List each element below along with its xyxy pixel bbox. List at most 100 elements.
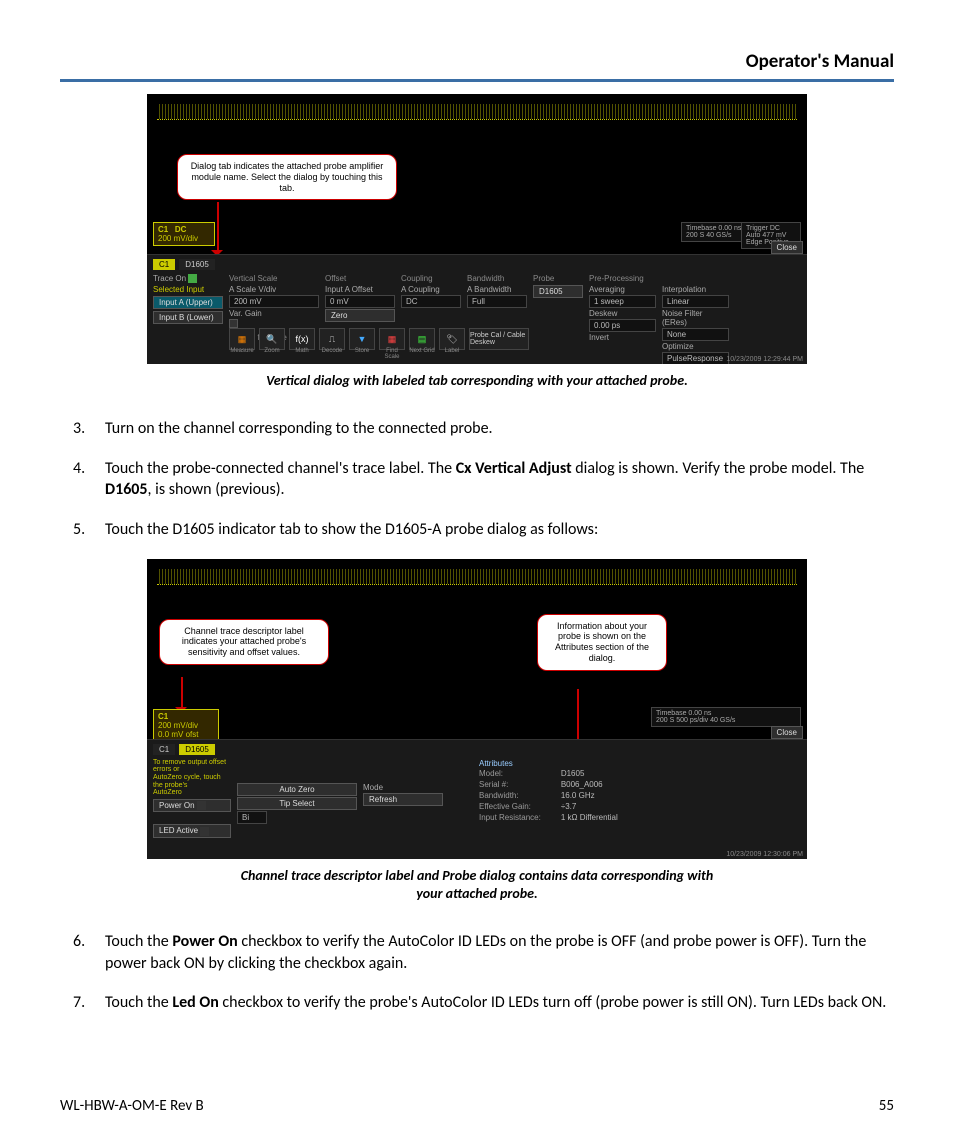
selected-input-label: Selected Input	[153, 285, 223, 294]
vargain-label: Var. Gain	[229, 309, 319, 318]
noisefilter-value[interactable]: None	[662, 328, 729, 341]
channel-sensitivity: 200 mV/div	[158, 234, 210, 243]
deskew-label: Deskew	[589, 309, 656, 318]
attr-serial-k: Serial #:	[479, 780, 541, 789]
vertical-dialog-panel: Close C1 D1605 Trace On Selected Input I…	[147, 254, 807, 364]
step-text-a: Touch the probe-connected channel's trac…	[105, 459, 456, 478]
zero-controls: Auto Zero Tip Select Bi	[237, 783, 357, 824]
group-title: Vertical Scale	[229, 274, 319, 283]
attr-res-k: Input Resistance:	[479, 813, 541, 822]
avg-value[interactable]: 1 sweep	[589, 295, 656, 308]
attr-model-k: Model:	[479, 769, 541, 778]
tipselect-button[interactable]: Tip Select	[237, 797, 357, 810]
led-active-checkbox[interactable]: LED Active	[153, 824, 231, 837]
footer-doc-id: WL-HBW-A-OM-E Rev B	[60, 1097, 204, 1115]
channel-descriptor[interactable]: C1 DC 200 mV/div	[153, 222, 215, 246]
trigger-l1: Trigger DC	[746, 225, 796, 232]
figure-1-caption: Vertical dialog with labeled tab corresp…	[266, 372, 688, 390]
vargain-checkbox[interactable]	[229, 319, 238, 328]
group-title: Probe	[533, 274, 583, 283]
channel-descriptor[interactable]: C1 200 mV/div 0.0 mV ofst	[153, 709, 219, 742]
probecal-button[interactable]: Probe Cal / Cable Deskew	[469, 328, 529, 350]
bw-value[interactable]: Full	[467, 295, 527, 308]
figure-2-wrap: Channel trace descriptor label indicates…	[60, 559, 894, 921]
input-b-button[interactable]: Input B (Lower)	[153, 311, 223, 324]
probe-dialog-panel: Close C1 D1605 To remove output offset e…	[147, 739, 807, 859]
deskew-value[interactable]: 0.00 ps	[589, 319, 656, 332]
page-footer: WL-HBW-A-OM-E Rev B 55	[60, 1097, 894, 1115]
figure-1-wrap: Dialog tab indicates the attached probe …	[60, 94, 894, 408]
step-text: Touch the D1605 indicator tab to show th…	[105, 520, 598, 539]
refresh-button[interactable]: Refresh	[363, 793, 443, 806]
measure-button[interactable]: ▦	[229, 328, 255, 350]
tb-l1: Timebase 0.00 ns	[656, 710, 796, 717]
dialog-tabs: C1 D1605	[153, 744, 801, 755]
trace-on-label: Trace On	[153, 274, 223, 283]
step-number: 6.	[73, 931, 85, 953]
step-text-c: checkbox to verify the probe's AutoColor…	[219, 993, 887, 1012]
scale-value[interactable]: 200 mV	[229, 295, 319, 308]
step-bold: Power On	[172, 932, 237, 951]
attr-gain-v: ÷3.7	[561, 802, 618, 811]
tab-c1[interactable]: C1	[153, 259, 175, 270]
group-title: Bandwidth	[467, 274, 527, 283]
optimize-value[interactable]: PulseResponse	[662, 352, 729, 364]
attr-res-v: 1 kΩ Differential	[561, 813, 618, 822]
store-button[interactable]: ▼	[349, 328, 375, 350]
step-text-a: Touch the	[105, 993, 172, 1012]
bw-label: A Bandwidth	[467, 285, 527, 294]
callout-descriptor: Channel trace descriptor label indicates…	[159, 619, 329, 665]
tab-d1605[interactable]: D1605	[179, 744, 215, 755]
offset-value[interactable]: 0 mV	[325, 295, 395, 308]
side-column: Trace On Selected Input Input A (Upper) …	[153, 274, 223, 324]
close-button[interactable]: Close	[771, 726, 803, 739]
decode-button[interactable]: ⎍	[319, 328, 345, 350]
optimize-label: Optimize	[662, 342, 729, 351]
mode-controls: Mode Refresh	[363, 783, 443, 806]
math-button[interactable]: f(x)	[289, 328, 315, 350]
offset-group: Offset Input A Offset 0 mV Zero	[325, 274, 395, 322]
decode-label: Decode	[319, 348, 345, 360]
zero-button[interactable]: Zero	[325, 309, 395, 322]
waveform-trace	[157, 104, 797, 120]
page-header-title: Operator's Manual	[60, 50, 894, 73]
step-text-c: dialog is shown. Verify the probe model.…	[572, 459, 865, 478]
attributes-section: Attributes Model:D1605 Serial #:B006_A00…	[479, 759, 618, 822]
autozero-button[interactable]: Auto Zero	[237, 783, 357, 796]
channel-sensitivity: 200 mV/div	[158, 721, 214, 730]
label-button[interactable]: 🏷	[439, 328, 465, 350]
coupling-value[interactable]: DC	[401, 295, 461, 308]
nextgrid-button[interactable]: ▤	[409, 328, 435, 350]
power-on-checkbox[interactable]: Power On	[153, 799, 231, 812]
mode-label: Mode	[363, 783, 443, 792]
callout-pointer	[217, 202, 219, 252]
tb-l2: 200 S 500 ps/div 40 GS/s	[656, 717, 796, 724]
action-toolbar: ▦ 🔍 f(x) ⎍ ▼ ▦ ▤ 🏷 Probe Cal / Cable Des…	[229, 328, 529, 350]
group-title: Coupling	[401, 274, 461, 283]
interp-value[interactable]: Linear	[662, 295, 729, 308]
trace-on-checkbox[interactable]	[188, 274, 197, 283]
zoom-button[interactable]: 🔍	[259, 328, 285, 350]
group-title: Offset	[325, 274, 395, 283]
math-label: Math	[289, 348, 315, 360]
timestamp: 10/23/2009 12:30:06 PM	[726, 851, 803, 858]
probe-button[interactable]: D1605	[533, 285, 583, 298]
instruction-list-top: 3.Turn on the channel corresponding to t…	[60, 418, 894, 540]
input-a-button[interactable]: Input A (Upper)	[153, 296, 223, 309]
timebase-box[interactable]: Timebase 0.00 ns 200 S 500 ps/div 40 GS/…	[651, 707, 801, 727]
timestamp: 10/23/2009 12:29:44 PM	[726, 356, 803, 363]
tab-c1[interactable]: C1	[153, 744, 175, 755]
footer-page-number: 55	[879, 1097, 894, 1115]
header-rule	[60, 79, 894, 82]
step-text-e: , is shown (previous).	[148, 480, 285, 499]
step-7: 7.Touch the Led On checkbox to verify th…	[105, 992, 894, 1014]
instruction-list-bottom: 6. Touch the Power On checkbox to verify …	[60, 931, 894, 1014]
close-button[interactable]: Close	[771, 241, 803, 254]
tipselect-value[interactable]: Bi	[237, 811, 267, 824]
tab-d1605[interactable]: D1605	[179, 259, 215, 270]
step-text: Turn on the channel corresponding to the…	[105, 419, 493, 438]
findscale-button[interactable]: ▦	[379, 328, 405, 350]
step-bold: Led On	[172, 993, 218, 1012]
step-4: 4.Touch the probe-connected channel's tr…	[105, 458, 894, 501]
callout-attributes: Information about your probe is shown on…	[537, 614, 667, 671]
